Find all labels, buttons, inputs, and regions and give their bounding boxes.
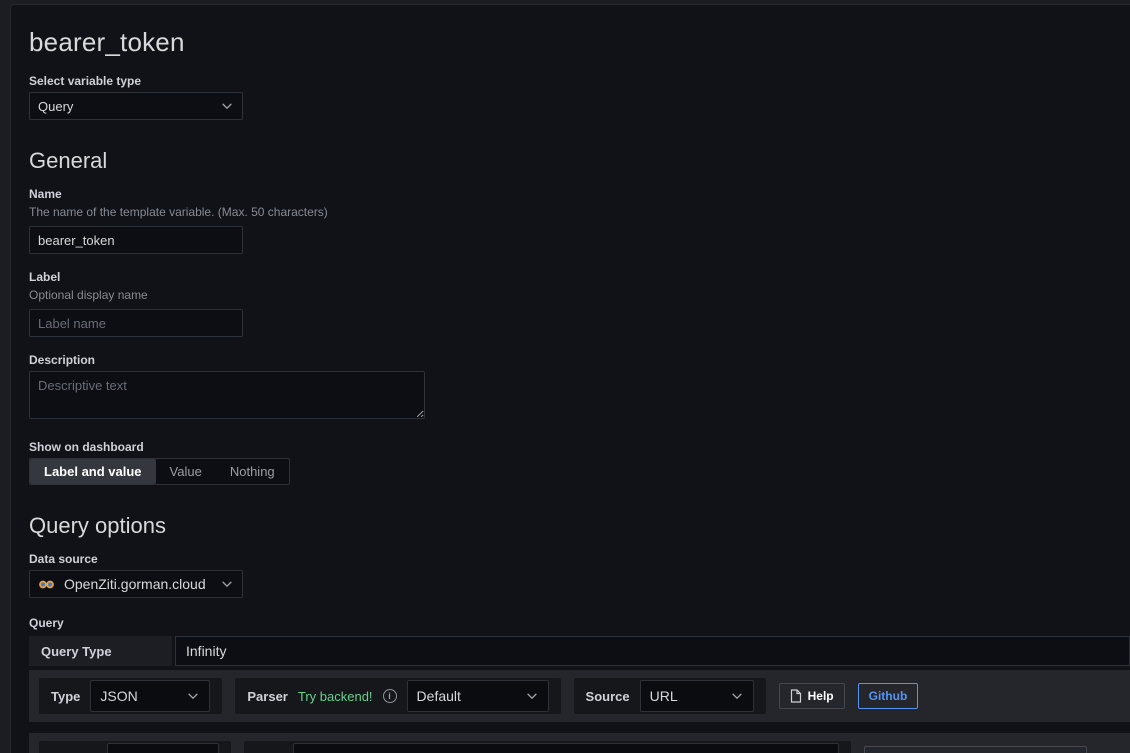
type-select[interactable]: JSON (90, 680, 210, 712)
chevron-down-icon (730, 689, 744, 703)
description-textarea[interactable] (29, 371, 425, 419)
description-field: Description (29, 353, 1130, 424)
parser-value: Default (417, 688, 461, 704)
query-type-value-field[interactable]: Infinity (175, 636, 1130, 666)
query-type-row: Query Type Infinity (29, 636, 1130, 666)
chevron-down-icon (525, 689, 539, 703)
type-value: JSON (100, 688, 137, 704)
variable-type-value: Query (38, 99, 73, 114)
info-icon[interactable]: i (383, 689, 397, 703)
show-on-dashboard-field: Show on dashboard Label and value Value … (29, 440, 1130, 485)
source-select[interactable]: URL (640, 680, 754, 712)
parser-label: Parser (247, 689, 287, 704)
github-button[interactable]: Github (858, 683, 919, 709)
infinity-datasource-logo-icon (38, 579, 55, 590)
name-field: Name The name of the template variable. … (29, 187, 1130, 254)
headers-body-params-button[interactable]: ⚙ Headers, Body, Request params (864, 746, 1087, 753)
document-icon (790, 689, 802, 703)
radio-option-label-and-value[interactable]: Label and value (30, 459, 156, 484)
query-options-heading: Query options (29, 513, 1130, 539)
show-on-dashboard-label: Show on dashboard (29, 440, 1130, 454)
variable-type-field: Select variable type Query (29, 74, 1130, 120)
editor-row-method-url: Method POST URL ⚙ Headers, Body, Request… (29, 733, 1130, 753)
chevron-down-icon (186, 689, 200, 703)
label-field: Label Optional display name (29, 270, 1130, 337)
method-group: Method POST (39, 741, 231, 753)
label-input[interactable] (29, 309, 243, 337)
query-label: Query (29, 616, 1130, 630)
editor-row-type-parser-source: Type JSON Parser Try backend! i Default (29, 670, 1130, 722)
radio-option-value[interactable]: Value (156, 459, 216, 484)
parser-select[interactable]: Default (407, 680, 549, 712)
label-label: Label (29, 270, 1130, 284)
source-value: URL (650, 688, 678, 704)
label-helper: Optional display name (29, 288, 1130, 302)
url-input[interactable] (293, 743, 839, 753)
parser-backend-hint: Try backend! (298, 689, 373, 704)
chevron-down-icon (220, 577, 234, 591)
variable-type-select[interactable]: Query (29, 92, 243, 120)
data-source-label: Data source (29, 552, 1130, 566)
name-helper: The name of the template variable. (Max.… (29, 205, 1130, 219)
query-editor: Query Query Type Infinity Type JSON Pars… (29, 616, 1130, 753)
github-button-label: Github (869, 689, 908, 703)
variable-editor-panel: bearer_token Select variable type Query … (10, 4, 1130, 753)
type-label: Type (51, 689, 80, 704)
description-label: Description (29, 353, 1130, 367)
data-source-value: OpenZiti.gorman.cloud (64, 576, 211, 592)
parser-group: Parser Try backend! i Default (235, 678, 560, 714)
data-source-field: Data source OpenZiti.gorman.cloud (29, 552, 1130, 598)
method-select[interactable]: POST (107, 743, 219, 753)
name-input[interactable] (29, 226, 243, 254)
name-label: Name (29, 187, 1130, 201)
source-group: Source URL (574, 678, 766, 714)
type-group: Type JSON (39, 678, 222, 714)
radio-option-nothing[interactable]: Nothing (216, 459, 289, 484)
show-on-dashboard-radio-group: Label and value Value Nothing (29, 458, 290, 485)
data-source-picker[interactable]: OpenZiti.gorman.cloud (29, 570, 243, 598)
page-title: bearer_token (29, 27, 1130, 58)
help-button[interactable]: Help (779, 683, 845, 709)
source-label: Source (586, 689, 630, 704)
help-button-label: Help (808, 689, 834, 703)
url-group: URL (244, 741, 851, 753)
chevron-down-icon (220, 99, 234, 113)
query-type-label: Query Type (29, 636, 172, 666)
general-heading: General (29, 148, 1130, 174)
variable-type-label: Select variable type (29, 74, 1130, 88)
